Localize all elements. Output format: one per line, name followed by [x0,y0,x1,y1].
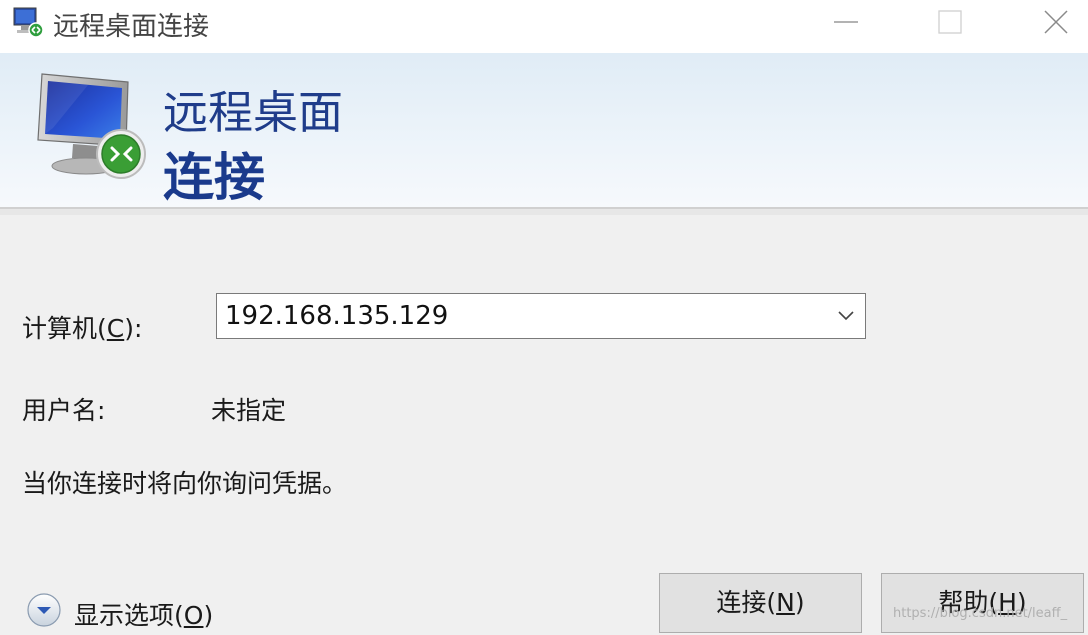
close-icon [1044,10,1068,34]
title-bar: 远程桌面连接 [0,0,1088,53]
monitor-icon [28,68,158,186]
show-options-link[interactable]: 显示选项(O) [74,596,213,632]
maximize-icon [938,10,962,34]
computer-label: 计算机(C): [22,314,143,343]
banner-title-line1: 远程桌面 [163,86,344,139]
window-title: 远程桌面连接 [53,12,210,42]
credentials-note: 当你连接时将向你询问凭据。 [22,469,348,498]
dropdown-chevron-icon[interactable] [837,308,855,322]
watermark-text: https://blog.csdn.net/leaff_ [893,606,1068,621]
expand-options-icon[interactable] [26,592,62,628]
computer-input[interactable]: 192.168.135.129 [225,301,448,331]
minimize-icon [834,21,858,23]
username-label: 用户名: [22,396,106,425]
computer-combobox[interactable]: 192.168.135.129 [216,293,866,339]
close-button[interactable] [1028,0,1084,44]
connect-button[interactable]: 连接(N) [659,573,862,633]
help-button[interactable]: 帮助(H) [881,573,1084,633]
username-value: 未指定 [211,396,287,425]
maximize-button[interactable] [922,0,978,44]
banner-title-line2: 连接 [163,149,266,208]
minimize-button[interactable] [818,0,874,44]
remote-desktop-icon [10,5,46,39]
